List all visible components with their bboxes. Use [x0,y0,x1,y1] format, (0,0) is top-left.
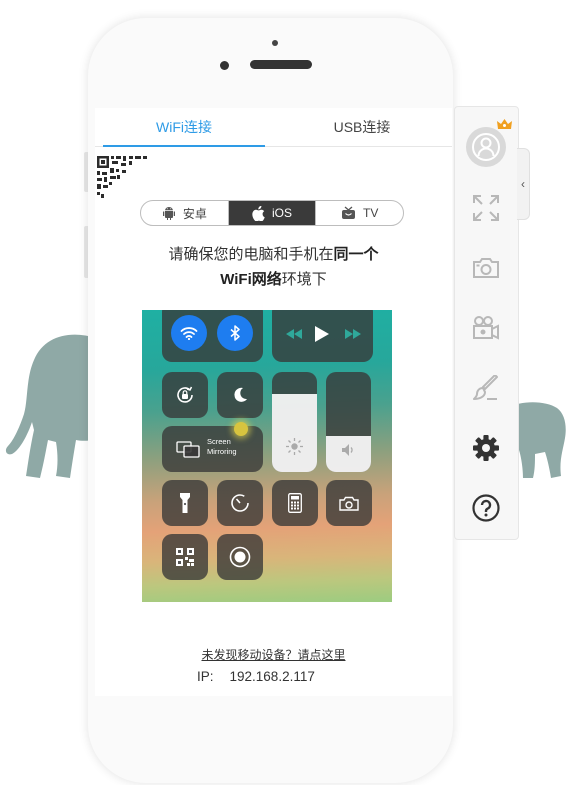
crown-icon [497,119,512,129]
tool-sidebar [454,106,519,540]
bluetooth-icon [217,315,253,351]
flashlight-tile [162,480,208,526]
screen-mirroring-tile: Screen Mirroring [162,426,263,472]
do-not-disturb-tile [217,372,263,418]
wifi-icon [171,315,207,351]
phone-front-camera [220,61,229,70]
brightness-slider [272,372,317,472]
collapse-sidebar-button[interactable]: ‹ [517,148,530,220]
rewind-icon [286,329,302,339]
screenshot-button[interactable] [469,251,503,285]
ip-value: 192.168.2.117 [229,669,315,684]
gear-icon [473,435,499,461]
platform-tv-label: TV [363,206,379,220]
help-icon [472,494,500,522]
avatar-icon [466,127,506,167]
speaker-icon [342,444,353,456]
highlight-dot [234,422,248,436]
volume-slider [326,372,371,472]
tv-icon [342,206,355,219]
camera-icon [473,258,499,278]
calculator-icon [272,480,318,526]
timer-tile [217,480,263,526]
platform-tv[interactable]: TV [315,201,403,225]
timer-icon [217,480,263,526]
brightness-slider-fill [272,394,317,472]
music-tile [272,310,373,362]
screen-mirroring-icon [176,441,200,458]
platform-ios[interactable]: iOS [227,201,316,225]
screen-record-tile [217,534,263,580]
qr-scanner-tile [162,534,208,580]
platform-android[interactable]: 安卓 [141,201,228,225]
ios-control-center-illustration: Screen Mirroring [142,310,392,602]
settings-button[interactable] [469,431,503,465]
connectivity-tile [162,310,263,362]
moon-icon [217,372,263,418]
brush-icon [473,375,498,400]
fullscreen-icon [473,195,499,221]
qr-code-icon [162,534,208,580]
instruction-text: 环境下 [281,271,327,288]
screen-mirroring-label-line1: Screen [207,437,231,446]
tab-wifi[interactable]: WiFi连接 [95,108,273,147]
apple-icon [252,205,265,221]
instruction-text: 请确保您的电脑和手机在 [168,246,334,263]
play-icon [315,326,329,342]
android-icon [162,206,175,220]
phone-sensor-dot [272,40,278,46]
device-not-found-link[interactable]: 未发现移动设备？请点这里 [95,646,452,663]
connection-instruction: 请确保您的电脑和手机在同一个 WiFi网络环境下 [95,242,452,292]
fast-forward-icon [345,329,361,339]
screen-mirroring-label: Screen Mirroring [207,437,237,457]
screen-mirroring-label-line2: Mirroring [207,447,237,456]
record-icon [217,534,263,580]
qr-code-corner-icon[interactable] [95,154,151,210]
connection-panel: WiFi连接 USB连接 安卓 iOS TV 请确保您的电脑和手机在同一个 Wi… [95,108,452,696]
screen-record-button[interactable] [469,311,503,345]
calculator-tile [272,480,318,526]
instruction-emphasis: WiFi网络 [220,271,282,288]
ip-label: IP: [197,669,214,684]
camera-icon [326,480,372,526]
connection-tabs: WiFi连接 USB连接 [95,108,452,147]
whiteboard-button[interactable] [469,371,503,405]
sun-icon [286,438,303,455]
phone-speaker [250,60,312,69]
help-button[interactable] [469,491,503,525]
orientation-lock-icon [162,372,208,418]
instruction-emphasis: 同一个 [333,246,379,263]
platform-android-label: 安卓 [182,206,207,221]
video-camera-icon [473,316,499,340]
orientation-lock-tile [162,372,208,418]
camera-tile [326,480,372,526]
user-avatar-button[interactable] [465,126,507,168]
tab-usb[interactable]: USB连接 [273,108,451,146]
flashlight-icon [162,480,208,526]
fullscreen-button[interactable] [469,191,503,225]
platform-ios-label: iOS [272,206,293,220]
platform-selector: 安卓 iOS TV [140,200,404,226]
ip-address-readout: IP: 192.168.2.117 [197,669,315,684]
